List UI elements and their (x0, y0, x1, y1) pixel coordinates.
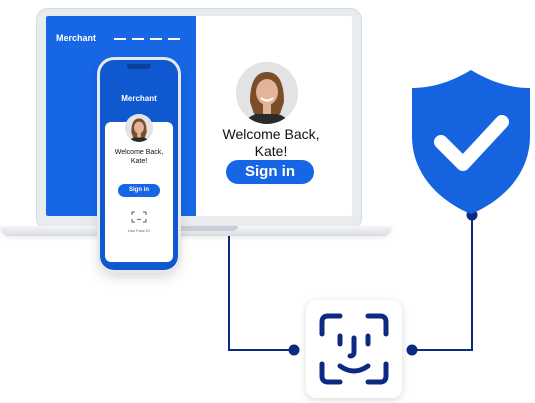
phone-face-id-icon[interactable] (129, 210, 149, 224)
face-id-tile[interactable] (306, 300, 402, 398)
nav-placeholder-1[interactable] (114, 38, 126, 40)
shield-check-icon (412, 70, 530, 214)
welcome-line-2: Kate! (254, 143, 288, 159)
connector-dot-face-left (288, 344, 300, 356)
phone-footer-link[interactable]: Contact us (100, 252, 178, 257)
phone-welcome-line-1: Welcome Back, (114, 149, 164, 156)
connector-dot-face-right (406, 344, 418, 356)
avatar (236, 62, 298, 124)
phone-face-id-label: Use Face ID (127, 228, 151, 233)
nav-placeholder-3[interactable] (150, 38, 162, 40)
phone-brand-logo-text: Merchant (121, 94, 157, 103)
nav-placeholder-2[interactable] (132, 38, 144, 40)
laptop-screen: Merchant (46, 16, 352, 216)
welcome-message: Welcome Back, Kate! (201, 126, 341, 160)
phone-sign-in-button[interactable]: Sign in (118, 184, 160, 197)
phone-welcome-line-2: Kate! (130, 158, 148, 165)
welcome-line-1: Welcome Back, (222, 126, 320, 142)
face-id-icon (319, 313, 389, 385)
phone-notch (127, 64, 151, 69)
sign-in-button[interactable]: Sign in (226, 160, 314, 184)
nav-placeholder-4[interactable] (168, 38, 180, 40)
brand-logo-text: Merchant (56, 33, 97, 43)
phone-avatar (125, 114, 153, 142)
phone-frame: Merchant Welcome Back, Kate! Sign in Use… (100, 60, 178, 270)
phone-welcome-message: Welcome Back, Kate! (108, 148, 170, 166)
